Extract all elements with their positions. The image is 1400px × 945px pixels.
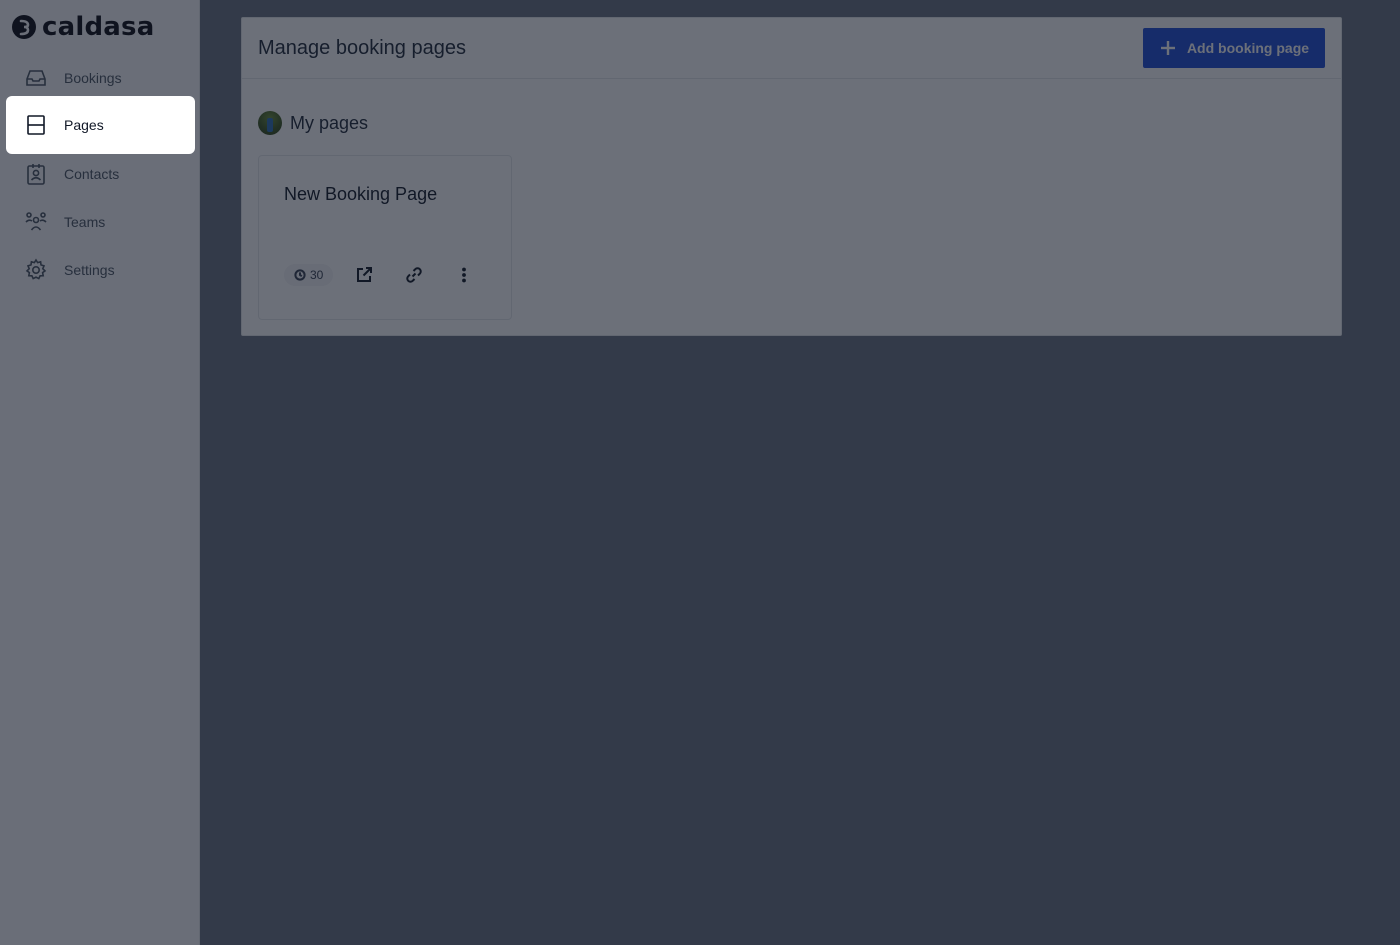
inbox-icon [26, 70, 46, 86]
duration-badge: 30 [284, 264, 334, 286]
team-icon [25, 212, 47, 231]
sidebar-item-label: Settings [64, 262, 115, 278]
card-actions: 30 [284, 262, 476, 288]
logo[interactable]: caldasa [12, 12, 154, 42]
open-page-button[interactable] [352, 263, 376, 287]
panel-header: Manage booking pages Add booking page [242, 18, 1341, 79]
section-title: My pages [290, 112, 369, 133]
add-button-label: Add booking page [1186, 40, 1310, 56]
sidebar-item-label: Bookings [64, 70, 122, 86]
my-pages-header: My pages [258, 111, 368, 135]
sidebar-item-label: Teams [64, 214, 106, 230]
duration-value: 30 [310, 268, 324, 282]
sidebar-item-pages-highlighted[interactable]: Pages [6, 96, 195, 154]
sidebar-nav: Bookings Pages Contacts [6, 54, 195, 294]
booking-pages-panel: Manage booking pages Add booking page My… [241, 17, 1342, 336]
app-root: caldasa Bookings Pages [0, 0, 1400, 945]
avatar [258, 111, 282, 135]
card-title[interactable]: New Booking Page [284, 184, 437, 205]
gear-icon [25, 258, 47, 280]
copy-link-button[interactable] [402, 263, 426, 287]
more-options-button[interactable] [452, 263, 476, 287]
add-booking-page-button[interactable]: Add booking page [1143, 28, 1325, 68]
sidebar-item-contacts[interactable]: Contacts [6, 150, 195, 198]
sidebar-item-label: Pages [64, 117, 104, 133]
external-link-icon [357, 267, 373, 282]
booking-page-card[interactable]: New Booking Page 30 [258, 155, 512, 320]
sidebar-item-teams[interactable]: Teams [6, 198, 195, 246]
sidebar-item-settings[interactable]: Settings [6, 246, 195, 294]
app-name: caldasa [42, 12, 155, 42]
link-icon [406, 267, 423, 283]
caldasa-logo-icon [12, 15, 36, 39]
contacts-icon [27, 164, 45, 185]
page-layout-icon [27, 115, 45, 135]
sidebar-item-label: Contacts [64, 166, 120, 182]
page-title: Manage booking pages [258, 36, 466, 59]
sidebar-item-bookings[interactable]: Bookings [6, 54, 195, 102]
more-vertical-icon [462, 267, 467, 283]
plus-icon [1160, 41, 1175, 55]
clock-icon [294, 269, 306, 281]
